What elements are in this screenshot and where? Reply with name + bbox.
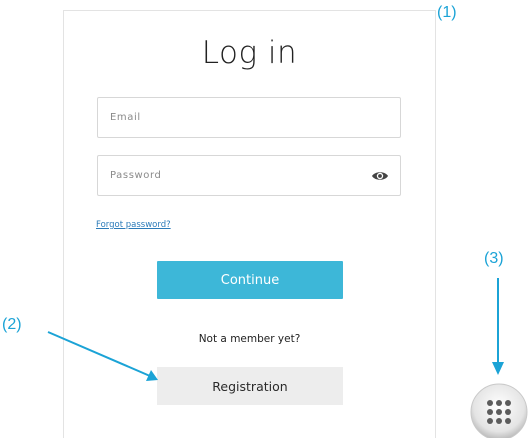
arrow-to-registration [47,331,158,381]
screen: Log in Forgot password? Continue Not a m… [0,0,528,438]
arrow-to-app-button [492,278,504,375]
grid-icon[interactable] [470,382,528,438]
callout-arrows [47,278,504,381]
